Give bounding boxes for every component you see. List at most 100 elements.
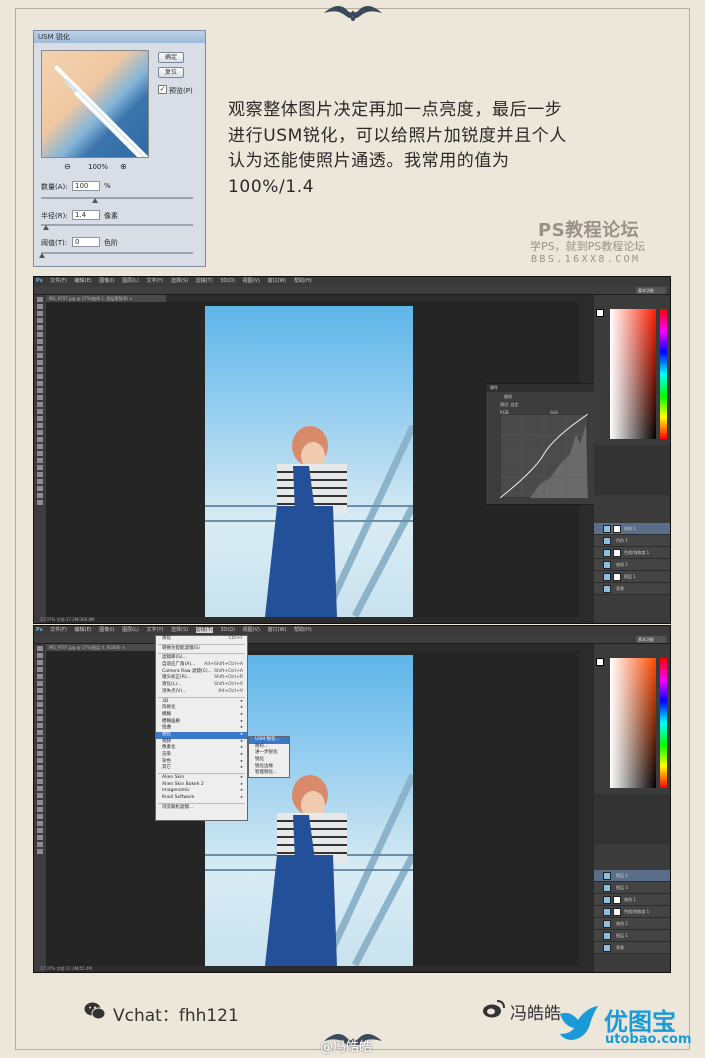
menu-view[interactable]: 视图(V) <box>243 627 260 633</box>
color-picker-field[interactable] <box>610 658 656 788</box>
zoom-in-icon[interactable]: ⊕ <box>120 162 127 171</box>
filter-menu-item[interactable]: 扭曲 ▸ <box>156 725 247 732</box>
menu-separator <box>158 802 245 804</box>
preview-window[interactable] <box>41 50 149 158</box>
zoom-out-icon[interactable]: ⊖ <box>64 162 71 171</box>
threshold-slider-knob[interactable] <box>39 253 45 258</box>
menu-image[interactable]: 图像(I) <box>99 627 114 633</box>
workspace-selector[interactable]: 基本功能 <box>636 287 666 294</box>
radius-slider-track <box>41 224 193 226</box>
adjustments-panel <box>594 445 670 495</box>
threshold-input[interactable]: 0 <box>72 237 100 247</box>
filter-menu-item[interactable]: 其它 ▸ <box>156 765 247 772</box>
menu-separator <box>158 643 245 645</box>
menu-layer[interactable]: 图层(L) <box>122 278 139 284</box>
ps-logo: Ps <box>36 627 43 633</box>
menu-3d[interactable]: 3D(D) <box>220 278 235 284</box>
menu-layer[interactable]: 图层(L) <box>122 627 139 633</box>
filter-menu-item[interactable]: 风格化 ▸ <box>156 705 247 712</box>
radius-label: 半径(R): <box>41 212 68 220</box>
filter-menu-item[interactable]: 液化(L)... Shift+Ctrl+X <box>156 682 247 689</box>
menu-select[interactable]: 选择(S) <box>171 278 188 284</box>
amount-slider-knob[interactable] <box>92 198 98 203</box>
tools-panel <box>34 295 46 623</box>
menu-window[interactable]: 窗口(W) <box>268 278 287 284</box>
layer-row[interactable]: 图层 1 <box>594 571 670 583</box>
amount-label: 数量(A): <box>41 183 68 191</box>
zoom-level: 100% <box>88 163 109 171</box>
filter-menu-item[interactable]: 渲染 ▸ <box>156 752 247 759</box>
watermark-url: BBS.16XX8.COM <box>531 254 641 265</box>
brand-url: utobao.com <box>605 1032 692 1047</box>
menu-type[interactable]: 文字(Y) <box>146 627 163 633</box>
filter-menu-item[interactable]: 像素化 ▸ <box>156 745 247 752</box>
description-line-4: 100%/1.4 <box>228 176 315 197</box>
ok-button[interactable]: 确定 <box>158 52 184 63</box>
menu-edit[interactable]: 编辑(E) <box>75 278 92 284</box>
workspace-selector[interactable]: 基本功能 <box>636 636 666 643</box>
top-ornament <box>324 5 382 21</box>
menu-filter[interactable]: 滤镜(T) <box>196 278 213 284</box>
filter-menu-item[interactable]: 自适应广角(A)... Alt+Shift+Ctrl+A <box>156 662 247 669</box>
filter-menu-item[interactable]: 浏览联机滤镜... <box>156 805 247 812</box>
layer-row[interactable]: 曲线 1 <box>594 894 670 906</box>
curves-label: 曲线 <box>504 394 512 399</box>
foreground-swatch[interactable] <box>596 658 604 666</box>
menu-file[interactable]: 文件(F) <box>50 278 67 284</box>
menu-window[interactable]: 窗口(W) <box>268 627 287 633</box>
layer-row[interactable]: 色相/饱和度 1 <box>594 547 670 559</box>
options-bar <box>34 286 670 295</box>
document-tab[interactable]: MG_9707.jpg @ 17%(图层 4, RGB/8) × <box>46 644 166 651</box>
foreground-swatch[interactable] <box>596 309 604 317</box>
filter-menu-item[interactable]: 锐化 ▸ <box>156 731 247 739</box>
utobao-bird-icon <box>560 1006 598 1040</box>
layer-row[interactable]: 色阶 1 <box>594 535 670 547</box>
filter-menu-item[interactable]: 消失点(V)... Alt+Ctrl+V <box>156 689 247 696</box>
hue-slider[interactable] <box>660 658 667 788</box>
menu-file[interactable]: 文件(F) <box>50 627 67 633</box>
menu-view[interactable]: 视图(V) <box>243 278 260 284</box>
amount-input[interactable]: 100 <box>72 181 100 191</box>
menu-bar: Ps 文件(F) 编辑(E) 图像(I) 图层(L) 文字(Y) 选择(S) 滤… <box>34 626 670 635</box>
menu-bar: Ps 文件(F) 编辑(E) 图像(I) 图层(L) 文字(Y) 选择(S) 滤… <box>34 277 670 286</box>
filter-menu-item[interactable]: 液化 Ctrl+F <box>156 636 247 643</box>
canvas-area[interactable] <box>46 651 579 966</box>
sharpen-menu-item[interactable]: 锐化 <box>249 757 289 764</box>
layer-row[interactable]: 图层 1 <box>594 930 670 942</box>
menu-3d[interactable]: 3D(D) <box>220 627 235 633</box>
layer-row[interactable]: 曲线 1 <box>594 523 670 535</box>
menu-select[interactable]: 选择(S) <box>171 627 188 633</box>
reset-button[interactable]: 复位 <box>158 67 184 78</box>
filter-dropdown-menu: 液化 Ctrl+F 转换为智能滤镜(S) 滤镜库(G)... 自适应广角(A)... Al… <box>155 635 248 821</box>
menu-help[interactable]: 帮助(H) <box>294 627 312 633</box>
menu-image[interactable]: 图像(I) <box>99 278 114 284</box>
curves-preset-row[interactable]: 预设: 自定 <box>486 400 594 408</box>
radius-unit: 像素 <box>104 212 118 220</box>
layer-row[interactable]: 曲线 2 <box>594 559 670 571</box>
menu-help[interactable]: 帮助(H) <box>294 278 312 284</box>
weibo-name: 冯皓皓 <box>510 1004 561 1024</box>
layer-row[interactable]: 色相/饱和度 1 <box>594 906 670 918</box>
document-tab[interactable]: MG_9707.jpg @ 17%(曲线 1, 图层蒙版/8) × <box>46 295 166 302</box>
sharpen-menu-item[interactable]: USM 锐化... <box>249 737 289 744</box>
sharpen-menu-item[interactable]: 智能锐化... <box>249 770 289 777</box>
layer-row[interactable]: 图层 3 <box>594 882 670 894</box>
hue-slider[interactable] <box>660 309 667 439</box>
radius-slider-knob[interactable] <box>43 225 49 230</box>
filter-menu-item[interactable]: Alien Skin ▸ <box>156 775 247 782</box>
color-picker-field[interactable] <box>610 309 656 439</box>
menu-type[interactable]: 文字(Y) <box>146 278 163 284</box>
layer-row[interactable]: 图层 4 <box>594 870 670 882</box>
filter-menu-item[interactable]: Knoll Software ▸ <box>156 795 247 802</box>
menu-filter[interactable]: 滤镜(T) <box>195 627 213 633</box>
options-bar <box>34 635 670 644</box>
filter-menu-item[interactable]: 转换为智能滤镜(S) <box>156 646 247 653</box>
menu-edit[interactable]: 编辑(E) <box>75 627 92 633</box>
layer-row[interactable]: 背景 <box>594 583 670 595</box>
layer-row[interactable]: 背景 <box>594 942 670 954</box>
layer-row[interactable]: 曲线 2 <box>594 918 670 930</box>
radius-input[interactable]: 1.4 <box>72 210 100 220</box>
preview-checkbox[interactable]: ✓ <box>158 85 167 94</box>
filter-menu-item[interactable]: 模糊 ▸ <box>156 712 247 719</box>
curves-graph[interactable] <box>500 414 588 498</box>
